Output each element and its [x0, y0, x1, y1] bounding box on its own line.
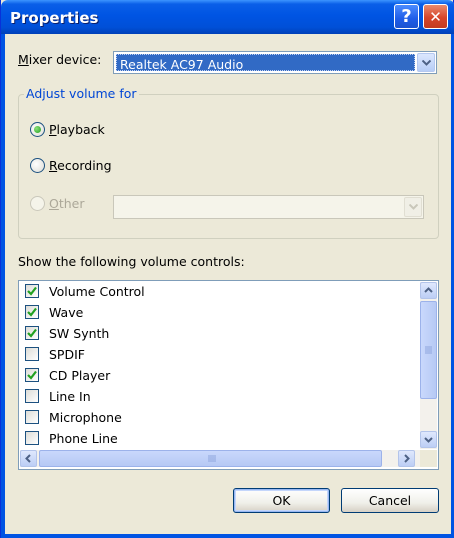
scroll-left-button[interactable]: [20, 450, 37, 467]
list-item[interactable]: SW Synth: [25, 323, 415, 344]
scroll-right-button[interactable]: [398, 450, 415, 467]
frame-left: [1, 34, 5, 538]
vertical-scrollbar[interactable]: [420, 282, 437, 449]
close-button[interactable]: ✕: [423, 4, 448, 29]
title-bar[interactable]: Properties ? ✕: [1, 0, 454, 34]
window-title: Properties: [10, 9, 99, 27]
chevron-down-icon: [404, 197, 422, 217]
help-icon: ?: [401, 6, 412, 27]
playback-radio[interactable]: [30, 122, 45, 137]
mixer-device-value: Realtek AC97 Audio: [116, 54, 415, 72]
control-checkbox[interactable]: [25, 368, 39, 382]
other-radio[interactable]: [30, 196, 45, 211]
cancel-button[interactable]: Cancel: [341, 488, 439, 513]
scrollbar-corner: [420, 450, 437, 467]
mixer-device-select[interactable]: Realtek AC97 Audio: [113, 51, 437, 74]
close-icon: ✕: [429, 7, 442, 26]
playback-label[interactable]: Playback: [49, 122, 105, 137]
control-label: Microphone: [49, 410, 122, 425]
list-item[interactable]: SPDIF: [25, 344, 415, 365]
controls-label: Show the following volume controls:: [18, 254, 245, 269]
control-label: SW Synth: [49, 326, 110, 341]
scroll-up-button[interactable]: [420, 282, 437, 299]
chevron-down-icon[interactable]: [417, 53, 435, 72]
volume-controls-list[interactable]: Volume Control Wave SW Synth SPDIF CD Player…: [18, 280, 439, 470]
adjust-volume-legend: Adjust volume for: [24, 86, 139, 101]
recording-radio[interactable]: [30, 158, 45, 173]
properties-dialog: Properties ? ✕ Mixer device: Realtek AC9…: [0, 0, 454, 538]
list-item[interactable]: Volume Control: [25, 281, 415, 302]
horizontal-scrollbar[interactable]: [20, 450, 420, 467]
control-checkbox[interactable]: [25, 410, 39, 424]
list-item[interactable]: Phone Line: [25, 428, 415, 449]
help-button[interactable]: ?: [394, 4, 419, 29]
control-label: Volume Control: [49, 284, 145, 299]
other-device-select[interactable]: [113, 195, 424, 219]
list-item[interactable]: Microphone: [25, 407, 415, 428]
control-label: Line In: [49, 389, 91, 404]
other-label: Other: [49, 196, 85, 211]
horizontal-scroll-thumb[interactable]: [39, 450, 382, 467]
control-checkbox[interactable]: [25, 431, 39, 445]
list-item[interactable]: Wave: [25, 302, 415, 323]
recording-label[interactable]: Recording: [49, 158, 112, 173]
control-checkbox[interactable]: [25, 347, 39, 361]
control-label: Phone Line: [49, 431, 118, 446]
control-label: SPDIF: [49, 347, 85, 362]
control-checkbox[interactable]: [25, 284, 39, 298]
ok-button[interactable]: OK: [233, 488, 330, 513]
scroll-down-button[interactable]: [420, 431, 437, 448]
list-item[interactable]: CD Player: [25, 365, 415, 386]
mixer-device-label: Mixer device:: [18, 52, 102, 67]
frame-bottom: [1, 534, 454, 538]
control-checkbox[interactable]: [25, 305, 39, 319]
list-item[interactable]: Line In: [25, 386, 415, 407]
vertical-scroll-thumb[interactable]: [420, 301, 437, 399]
control-label: Wave: [49, 305, 84, 320]
control-label: CD Player: [49, 368, 111, 383]
control-checkbox[interactable]: [25, 389, 39, 403]
control-checkbox[interactable]: [25, 326, 39, 340]
